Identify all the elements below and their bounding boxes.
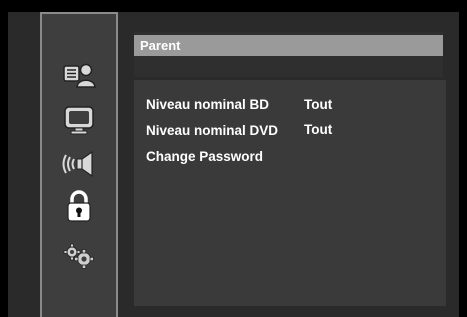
osd-screen: Parent Niveau nominal BD Tout Niveau nom…	[0, 0, 467, 317]
language-icon[interactable]	[57, 56, 101, 92]
dvd-rating-value: Tout	[304, 122, 333, 137]
menu-panel	[134, 80, 446, 306]
settings-sidebar	[40, 12, 118, 317]
bd-rating-value: Tout	[304, 97, 333, 112]
menu-item-bd-rating[interactable]: Niveau nominal BD	[146, 97, 269, 112]
menu-title: Parent	[134, 35, 443, 56]
display-icon[interactable]	[57, 102, 101, 138]
menu-item-change-password[interactable]: Change Password	[146, 149, 263, 164]
audio-icon[interactable]	[57, 146, 101, 182]
settings-icon[interactable]	[57, 238, 101, 274]
menu-item-dvd-rating[interactable]: Niveau nominal DVD	[146, 123, 278, 138]
parental-lock-icon[interactable]	[57, 188, 101, 224]
